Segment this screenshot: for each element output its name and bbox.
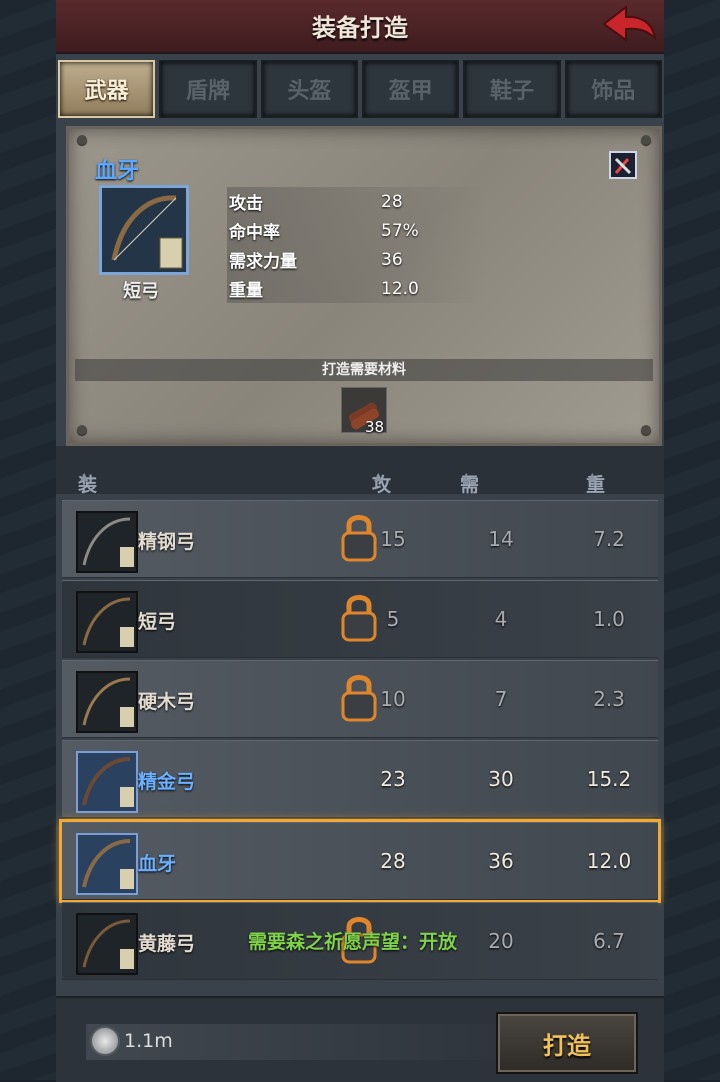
stat-label: 命中率 (229, 223, 280, 243)
requirement-text: 需要森之祈愿声望：开放 (248, 931, 458, 953)
stat-row: 命中率 57% (227, 216, 487, 245)
hammer-icon[interactable] (609, 151, 637, 179)
stat-value: 28 (381, 191, 403, 212)
list-item[interactable]: 精钢弓 15 14 7.2 (62, 500, 658, 578)
attack-value: 28 (380, 849, 406, 873)
page-title: 装备打造 (312, 14, 408, 42)
stat-row: 需求力量 36 (227, 245, 487, 274)
stat-row: 攻击 28 (227, 187, 487, 216)
list-item[interactable]: 短弓 5 4 1.0 (62, 580, 658, 658)
tab-armor[interactable]: 盔甲 (361, 60, 460, 118)
bow-icon (76, 591, 138, 653)
back-arrow-icon[interactable] (600, 4, 658, 46)
strength-value: 36 (488, 849, 514, 873)
tab-shoes[interactable]: 鞋子 (463, 60, 561, 118)
strength-value: 7 (494, 687, 508, 711)
item-name: 黄藤弓 (138, 933, 196, 955)
list-item[interactable]: 精金弓 23 30 15.2 (62, 740, 658, 818)
item-detail-panel: 血牙 短弓 攻击 28 命中率 57% 需求力量 36 重量 12.0 打造需要… (66, 126, 662, 446)
item-type: 短弓 (123, 281, 159, 302)
item-name: 硬木弓 (138, 691, 196, 713)
rivet (641, 135, 651, 145)
sort-arrow-icon: ▲ (374, 470, 383, 483)
rivet (77, 135, 87, 145)
weight-value: 2.3 (593, 687, 625, 711)
bow-icon (76, 913, 138, 975)
right-background (664, 0, 720, 1080)
weight-value: 15.2 (586, 767, 632, 791)
item-name: 短弓 (138, 611, 177, 633)
attack-value: 10 (380, 687, 406, 711)
stat-label: 重量 (229, 281, 263, 301)
title-bar: 装备打造 (56, 0, 664, 54)
currency-amount: 1.1m (124, 1030, 173, 1052)
stat-value: 57% (381, 220, 419, 241)
rivet (641, 425, 651, 435)
sort-arrow-icon: ▲ (588, 470, 597, 483)
bow-icon (99, 185, 189, 275)
item-name: 血牙 (138, 853, 177, 875)
attack-value: 5 (386, 607, 400, 631)
bow-icon (76, 751, 138, 813)
craft-button[interactable]: 打造 (496, 1012, 638, 1074)
footer-bar: 1.1m 打造 (56, 996, 664, 1082)
sort-arrow-icon: ▲ (80, 470, 89, 483)
attack-value: 23 (380, 767, 406, 791)
bow-icon (76, 671, 138, 733)
strength-value: 20 (488, 929, 514, 953)
tab-shield[interactable]: 盾牌 (159, 60, 257, 118)
stat-label: 攻击 (229, 194, 263, 214)
weight-value: 1.0 (593, 607, 625, 631)
list-header: 装备筛选▲ 攻击▲ 需求力量▲ 重量▲ (56, 446, 664, 577)
weight-value: 6.7 (593, 929, 625, 953)
stat-label: 需求力量 (229, 252, 297, 272)
attack-value: 15 (380, 527, 406, 551)
sort-arrow-icon: ▲ (462, 470, 471, 483)
stat-value: 36 (381, 249, 403, 270)
materials-title: 打造需要材料 (75, 359, 653, 381)
rivet (77, 425, 87, 435)
bow-icon (76, 511, 138, 573)
tab-weapon[interactable]: 武器 (58, 60, 156, 118)
category-tabs: 武器 盾牌 头盔 盔甲 鞋子 饰品 (58, 60, 662, 118)
list-item[interactable]: 硬木弓 10 7 2.3 (62, 660, 658, 738)
strength-value: 4 (494, 607, 508, 631)
currency-display: 1.1m (86, 1024, 546, 1060)
list-item[interactable]: 黄藤弓 需要森之祈愿声望：开放 20 6.7 (62, 902, 658, 980)
bow-icon (76, 833, 138, 895)
stat-value: 12.0 (381, 278, 419, 299)
item-name: 精钢弓 (138, 531, 196, 553)
list-item-selected[interactable]: 血牙 28 36 12.0 (59, 819, 661, 903)
left-background (0, 0, 56, 1080)
strength-value: 30 (488, 767, 514, 791)
strength-value: 14 (488, 527, 514, 551)
tab-accessory[interactable]: 饰品 (564, 60, 662, 118)
item-name: 血牙 (95, 159, 140, 184)
item-name: 精金弓 (138, 771, 196, 793)
silver-coin-icon (90, 1026, 120, 1056)
material-count: 38 (365, 418, 385, 436)
weight-value: 12.0 (586, 849, 632, 873)
weight-value: 7.2 (593, 527, 625, 551)
stat-row: 重量 12.0 (227, 274, 487, 303)
stats-list: 攻击 28 命中率 57% 需求力量 36 重量 12.0 (227, 187, 487, 303)
tab-helmet[interactable]: 头盔 (260, 60, 358, 118)
